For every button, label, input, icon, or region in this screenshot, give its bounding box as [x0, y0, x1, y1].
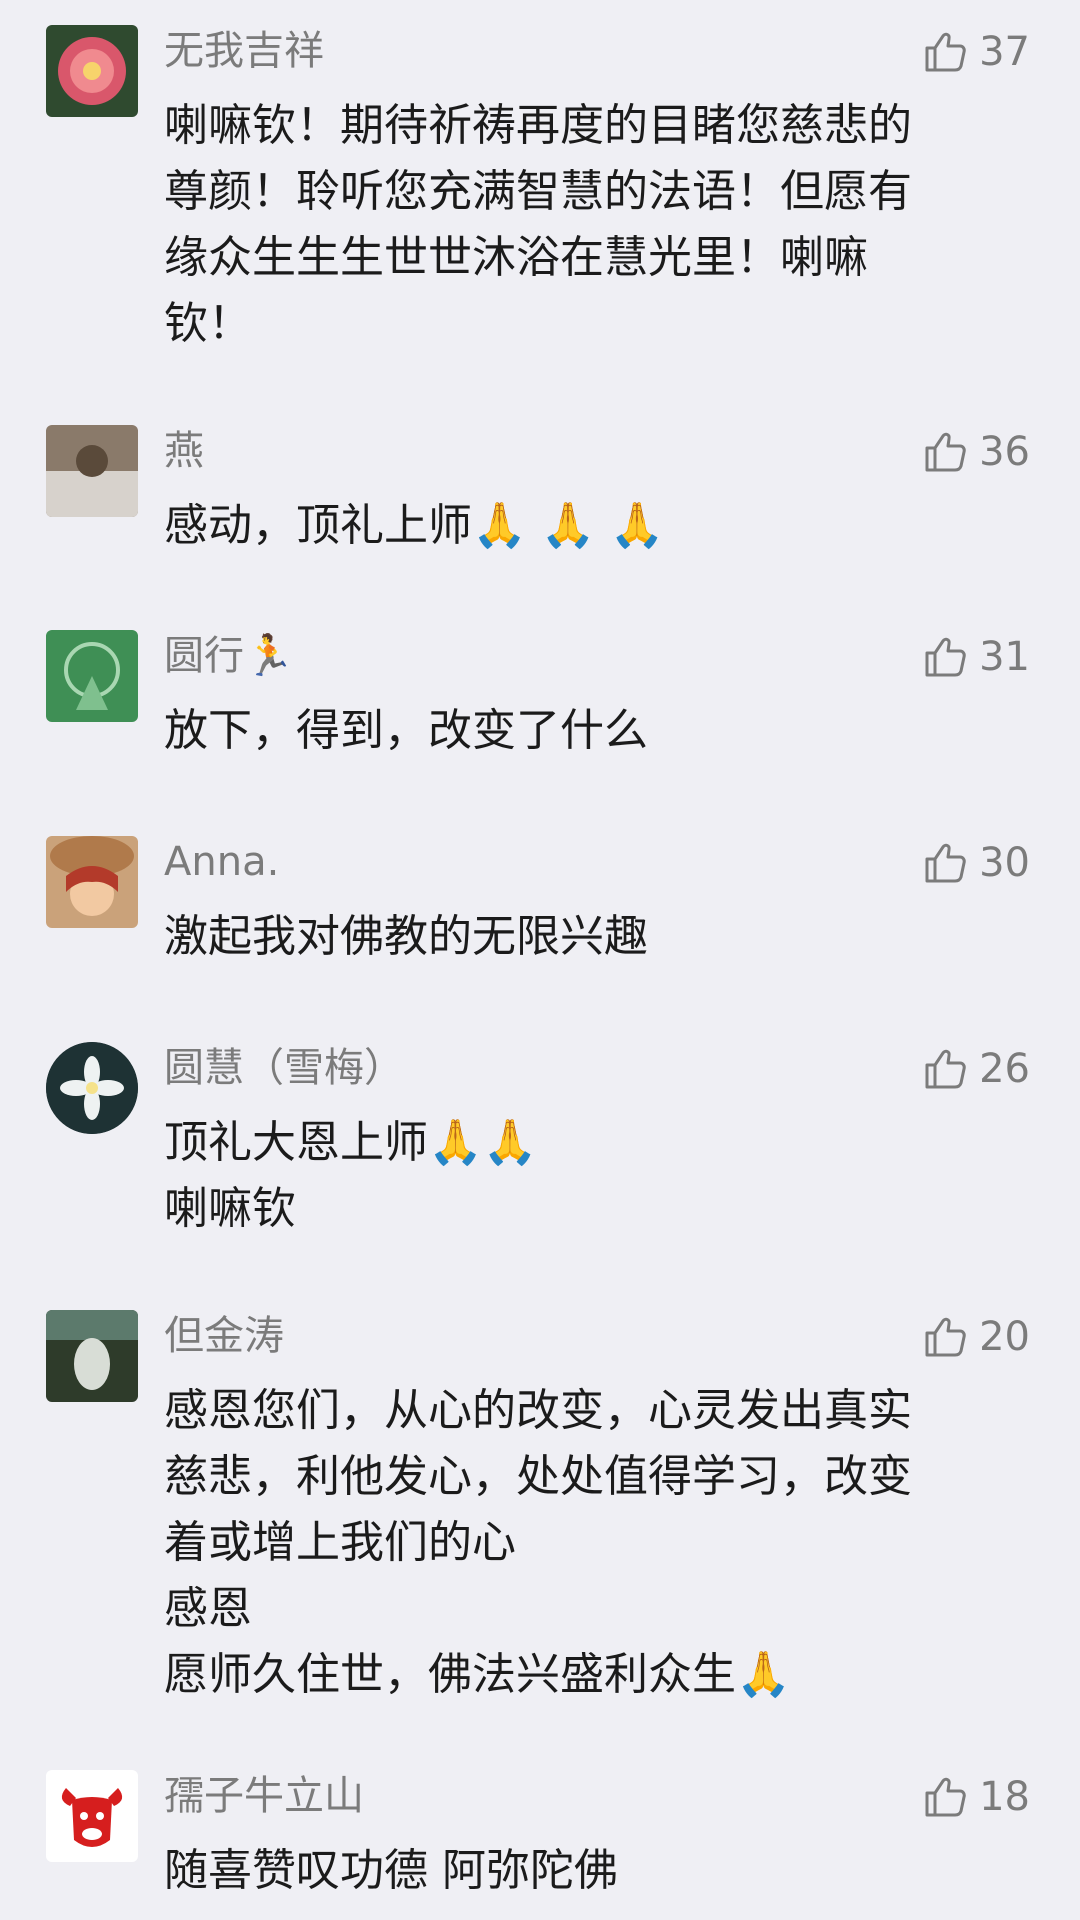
comment-line: 钦！ [164, 298, 252, 349]
avatar[interactable] [46, 425, 138, 517]
comment-line: 尊颜！聆听您充满智慧的法语！但愿有 [164, 166, 912, 217]
avatar[interactable] [46, 1770, 138, 1862]
thumbs-up-icon [921, 633, 969, 681]
commenter-name[interactable]: 无我吉祥 [164, 25, 324, 77]
like-count: 37 [979, 29, 1030, 75]
avatar[interactable] [46, 1042, 138, 1134]
commenter-name[interactable]: 孺子牛立山 [164, 1770, 364, 1822]
comment-line: 愿师久住世，佛法兴盛利众生🙏 [164, 1649, 791, 1700]
like-button[interactable]: 36 [921, 427, 1030, 477]
comment-text: 激起我对佛教的无限兴趣 [164, 904, 1004, 970]
comment-line: 感恩 [164, 1583, 252, 1634]
thumbs-up-icon [921, 428, 969, 476]
avatar[interactable] [46, 25, 138, 117]
thumbs-up-icon [921, 839, 969, 887]
avatar[interactable] [46, 836, 138, 928]
commenter-name[interactable]: 燕 [164, 425, 204, 477]
like-count: 30 [979, 840, 1030, 886]
like-button[interactable]: 30 [921, 838, 1030, 888]
like-count: 26 [979, 1046, 1030, 1092]
thumbs-up-icon [921, 1313, 969, 1361]
commenter-name[interactable]: 圆慧（雪梅） [164, 1042, 404, 1094]
like-count: 18 [979, 1774, 1030, 1820]
comment-line: 顶礼大恩上师🙏🙏 [164, 1117, 538, 1168]
like-count: 31 [979, 634, 1030, 680]
comment-text: 放下，得到，改变了什么 [164, 698, 1004, 764]
comment-text: 感恩您们，从心的改变，心灵发出真实 慈悲，利他发心，处处值得学习，改变 着或增上… [164, 1378, 1004, 1708]
like-count: 20 [979, 1314, 1030, 1360]
comment-line: 放下，得到，改变了什么 [164, 705, 648, 756]
like-button[interactable]: 20 [921, 1312, 1030, 1362]
comment-line: 激起我对佛教的无限兴趣 [164, 911, 648, 962]
comment-line: 喇嘛钦 [164, 1183, 296, 1234]
comment-line: 慈悲，利他发心，处处值得学习，改变 [164, 1451, 912, 1502]
like-button[interactable]: 31 [921, 632, 1030, 682]
comment-text: 顶礼大恩上师🙏🙏 喇嘛钦 [164, 1110, 1004, 1242]
thumbs-up-icon [921, 1773, 969, 1821]
thumbs-up-icon [921, 1045, 969, 1093]
like-button[interactable]: 26 [921, 1044, 1030, 1094]
comment-line: 随喜赞叹功德 阿弥陀佛 [164, 1845, 618, 1896]
comment-text: 喇嘛钦！期待祈祷再度的目睹您慈悲的 尊颜！聆听您充满智慧的法语！但愿有 缘众生生… [164, 93, 1004, 357]
commenter-name[interactable]: Anna. [164, 836, 279, 888]
like-count: 36 [979, 429, 1030, 475]
like-button[interactable]: 18 [921, 1772, 1030, 1822]
thumbs-up-icon [921, 28, 969, 76]
like-button[interactable]: 37 [921, 27, 1030, 77]
comment-line: 喇嘛钦！期待祈祷再度的目睹您慈悲的 [164, 100, 912, 151]
commenter-name[interactable]: 但金涛 [164, 1310, 284, 1362]
comment-line: 感动，顶礼上师🙏 🙏 🙏 [164, 500, 665, 551]
comment-text: 随喜赞叹功德 阿弥陀佛 [164, 1838, 1004, 1904]
avatar[interactable] [46, 1310, 138, 1402]
comment-line: 缘众生生生世世沐浴在慧光里！喇嘛 [164, 232, 868, 283]
comment-line: 感恩您们，从心的改变，心灵发出真实 [164, 1385, 912, 1436]
comment-line: 着或增上我们的心 [164, 1517, 516, 1568]
avatar[interactable] [46, 630, 138, 722]
comment-text: 感动，顶礼上师🙏 🙏 🙏 [164, 493, 1004, 559]
commenter-name[interactable]: 圆行🏃 [164, 630, 294, 682]
